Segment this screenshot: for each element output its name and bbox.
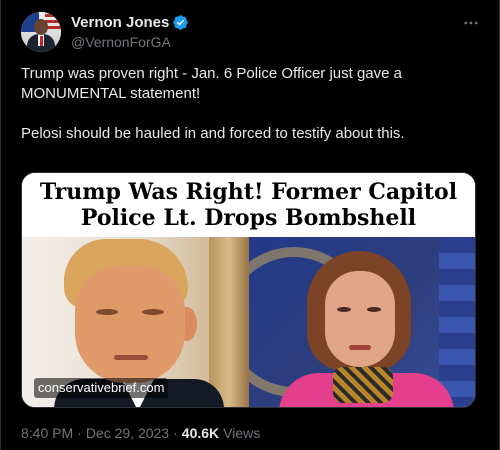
background-pillar [208, 237, 249, 407]
photo-right [248, 237, 475, 407]
avatar-flag-stripes [45, 14, 61, 17]
figure-left-eye [96, 309, 118, 315]
separator-dot: · [173, 425, 178, 441]
figure-right-mouth [348, 345, 371, 350]
author-name[interactable]: Vernon Jones [71, 13, 169, 32]
verified-badge-icon[interactable] [172, 14, 189, 31]
watermark-text: conservativebrief.com [34, 378, 169, 398]
tweet-text: Trump was proven right - Jan. 6 Police O… [21, 65, 405, 142]
views-label: Views [223, 425, 261, 441]
tweet-date[interactable]: Dec 29, 2023 [86, 424, 169, 442]
avatar-tie [40, 36, 43, 46]
figure-left-face [75, 265, 185, 383]
views-count[interactable]: 40.6K [182, 424, 219, 442]
tweet-card: Vernon Jones @VernonForGA Trump was prov… [0, 0, 500, 450]
separator-dot: · [77, 425, 82, 441]
author-block: Vernon Jones @VernonForGA [71, 13, 189, 52]
tweet-meta: 8:40 PM · Dec 29, 2023 · 40.6K Views [21, 424, 260, 442]
background-flag [439, 237, 475, 407]
figure-right-face [324, 271, 395, 367]
figure-right-eye [336, 307, 351, 312]
media-photos: conservativebrief.com [22, 237, 475, 407]
avatar-head [34, 19, 48, 35]
figure-left-mouth [114, 355, 148, 360]
avatar[interactable] [21, 12, 61, 52]
author-handle[interactable]: @VernonForGA [71, 33, 189, 52]
photo-left: conservativebrief.com [22, 237, 249, 407]
figure-right-scarf [332, 367, 393, 403]
tweet-header: Vernon Jones @VernonForGA [21, 12, 481, 56]
figure-left-eye [142, 309, 164, 315]
media-headline: Trump Was Right! Former Capitol Police L… [22, 173, 475, 237]
tweet-media-image[interactable]: Trump Was Right! Former Capitol Police L… [21, 172, 476, 408]
tweet-time[interactable]: 8:40 PM [21, 424, 73, 442]
figure-right-eye [366, 307, 381, 312]
ellipsis-icon[interactable] [461, 14, 481, 30]
author-name-row[interactable]: Vernon Jones [71, 13, 189, 32]
